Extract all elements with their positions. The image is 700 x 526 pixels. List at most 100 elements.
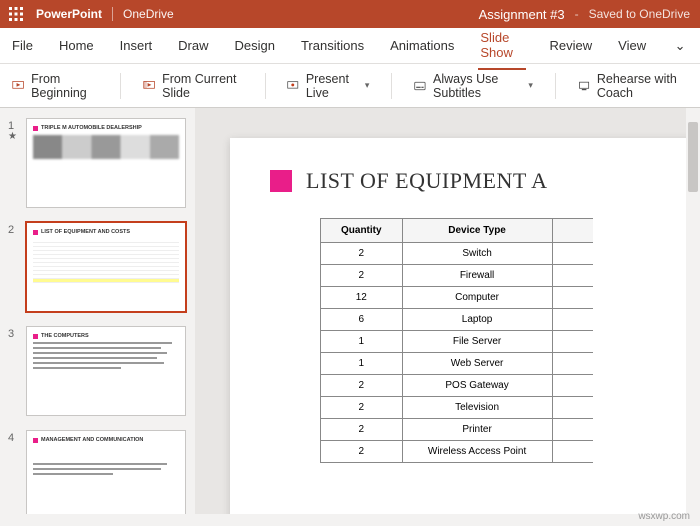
- cell-qty[interactable]: 1: [321, 331, 403, 353]
- cell-device[interactable]: Switch: [402, 243, 552, 265]
- tab-view[interactable]: View: [616, 30, 648, 61]
- thumb-number: 2: [8, 222, 20, 236]
- from-current-button[interactable]: From Current Slide: [143, 72, 243, 100]
- slide-heading: LIST OF EQUIPMENT A: [270, 168, 700, 194]
- slide-title[interactable]: LIST OF EQUIPMENT A: [306, 168, 548, 194]
- use-subtitles-button[interactable]: Always Use Subtitles ▾: [414, 72, 533, 100]
- separator: [265, 73, 266, 99]
- accent-square: [270, 170, 292, 192]
- cell-extra[interactable]: [552, 331, 593, 353]
- tab-file[interactable]: File: [10, 30, 35, 61]
- present-live-button[interactable]: Present Live ▾: [287, 72, 369, 100]
- cell-qty[interactable]: 2: [321, 265, 403, 287]
- chevron-down-icon: ▾: [365, 80, 370, 91]
- table-row[interactable]: 2Television: [321, 397, 593, 419]
- table-row[interactable]: 2Wireless Access Point: [321, 441, 593, 463]
- cell-extra[interactable]: [552, 375, 593, 397]
- table-row[interactable]: 1Web Server: [321, 353, 593, 375]
- cell-device[interactable]: Television: [402, 397, 552, 419]
- cell-device[interactable]: Printer: [402, 419, 552, 441]
- from-current-label: From Current Slide: [162, 72, 242, 100]
- title-bar: PowerPoint OneDrive Assignment #3 - Save…: [0, 0, 700, 28]
- thumb-title: MANAGEMENT AND COMMUNICATION: [41, 437, 143, 443]
- from-beginning-button[interactable]: From Beginning: [12, 72, 98, 100]
- cell-qty[interactable]: 2: [321, 441, 403, 463]
- animation-star-icon: ★: [8, 132, 20, 142]
- tab-draw[interactable]: Draw: [176, 30, 210, 61]
- thumb-title: THE COMPUTERS: [41, 333, 89, 339]
- table-row[interactable]: 2Printer: [321, 419, 593, 441]
- thumb-content: [33, 463, 179, 475]
- current-slide[interactable]: LIST OF EQUIPMENT A Quantity Device Type…: [230, 138, 700, 514]
- thumb-title: TRIPLE M AUTOMOBILE DEALERSHIP: [41, 125, 142, 131]
- cell-extra[interactable]: [552, 353, 593, 375]
- rehearse-button[interactable]: Rehearse with Coach: [578, 72, 688, 100]
- cell-qty[interactable]: 12: [321, 287, 403, 309]
- tab-home[interactable]: Home: [57, 30, 96, 61]
- equipment-table[interactable]: Quantity Device Type 2Switch2Firewall12C…: [320, 218, 593, 463]
- separator: [391, 73, 392, 99]
- coach-icon: [578, 78, 590, 94]
- cell-qty[interactable]: 6: [321, 309, 403, 331]
- thumb-number: 1: [8, 118, 20, 132]
- slide-thumb-4[interactable]: 4 MANAGEMENT AND COMMUNICATION: [8, 430, 187, 514]
- table-row[interactable]: 2Firewall: [321, 265, 593, 287]
- cell-extra[interactable]: [552, 419, 593, 441]
- table-row[interactable]: 1File Server: [321, 331, 593, 353]
- cell-extra[interactable]: [552, 397, 593, 419]
- tab-insert[interactable]: Insert: [118, 30, 155, 61]
- cell-extra[interactable]: [552, 265, 593, 287]
- thumb-content: [33, 135, 179, 159]
- cell-device[interactable]: Laptop: [402, 309, 552, 331]
- table-row[interactable]: 12Computer: [321, 287, 593, 309]
- slide-thumb-3[interactable]: 3 THE COMPUTERS: [8, 326, 187, 416]
- cell-qty[interactable]: 2: [321, 397, 403, 419]
- thumbnail-panel[interactable]: 1 ★ TRIPLE M AUTOMOBILE DEALERSHIP 2 LIS…: [0, 108, 196, 514]
- table-row[interactable]: 2Switch: [321, 243, 593, 265]
- presentation-current-icon: [143, 78, 155, 94]
- cell-extra[interactable]: [552, 309, 593, 331]
- thumb-content: [33, 342, 179, 369]
- cell-qty[interactable]: 2: [321, 375, 403, 397]
- cell-device[interactable]: POS Gateway: [402, 375, 552, 397]
- thumb-number: 3: [8, 326, 20, 340]
- ribbon-chevron-icon[interactable]: ⌄: [670, 38, 690, 54]
- watermark: wsxwp.com: [638, 511, 690, 522]
- cell-extra[interactable]: [552, 287, 593, 309]
- chevron-down-icon: ▾: [528, 80, 533, 91]
- tab-transitions[interactable]: Transitions: [299, 30, 366, 61]
- cell-device[interactable]: Computer: [402, 287, 552, 309]
- scroll-thumb[interactable]: [688, 122, 698, 192]
- tab-slideshow[interactable]: Slide Show: [478, 22, 525, 70]
- app-launcher-icon[interactable]: [0, 0, 32, 28]
- table-row[interactable]: 6Laptop: [321, 309, 593, 331]
- thumb-title: LIST OF EQUIPMENT AND COSTS: [41, 229, 130, 235]
- cell-device[interactable]: Web Server: [402, 353, 552, 375]
- location-label[interactable]: OneDrive: [113, 7, 174, 21]
- cell-extra[interactable]: [552, 441, 593, 463]
- document-name[interactable]: Assignment #3: [479, 7, 565, 22]
- cell-qty[interactable]: 2: [321, 243, 403, 265]
- thumb-content: [33, 239, 179, 283]
- tab-animations[interactable]: Animations: [388, 30, 456, 61]
- tab-design[interactable]: Design: [233, 30, 277, 61]
- separator: [555, 73, 556, 99]
- table-row[interactable]: 2POS Gateway: [321, 375, 593, 397]
- presentation-icon: [12, 78, 24, 94]
- header-extra: [552, 219, 593, 243]
- cell-qty[interactable]: 2: [321, 419, 403, 441]
- slide-canvas[interactable]: LIST OF EQUIPMENT A Quantity Device Type…: [196, 108, 700, 514]
- tab-review[interactable]: Review: [548, 30, 595, 61]
- cell-extra[interactable]: [552, 243, 593, 265]
- cell-device[interactable]: File Server: [402, 331, 552, 353]
- cell-device[interactable]: Firewall: [402, 265, 552, 287]
- slide-thumb-2[interactable]: 2 LIST OF EQUIPMENT AND COSTS: [8, 222, 187, 312]
- cell-device[interactable]: Wireless Access Point: [402, 441, 552, 463]
- vertical-scrollbar[interactable]: [686, 108, 700, 514]
- subtitles-icon: [414, 78, 426, 94]
- dash: -: [575, 7, 579, 21]
- main-area: 1 ★ TRIPLE M AUTOMOBILE DEALERSHIP 2 LIS…: [0, 108, 700, 514]
- cell-qty[interactable]: 1: [321, 353, 403, 375]
- app-name: PowerPoint: [32, 7, 112, 21]
- slide-thumb-1[interactable]: 1 ★ TRIPLE M AUTOMOBILE DEALERSHIP: [8, 118, 187, 208]
